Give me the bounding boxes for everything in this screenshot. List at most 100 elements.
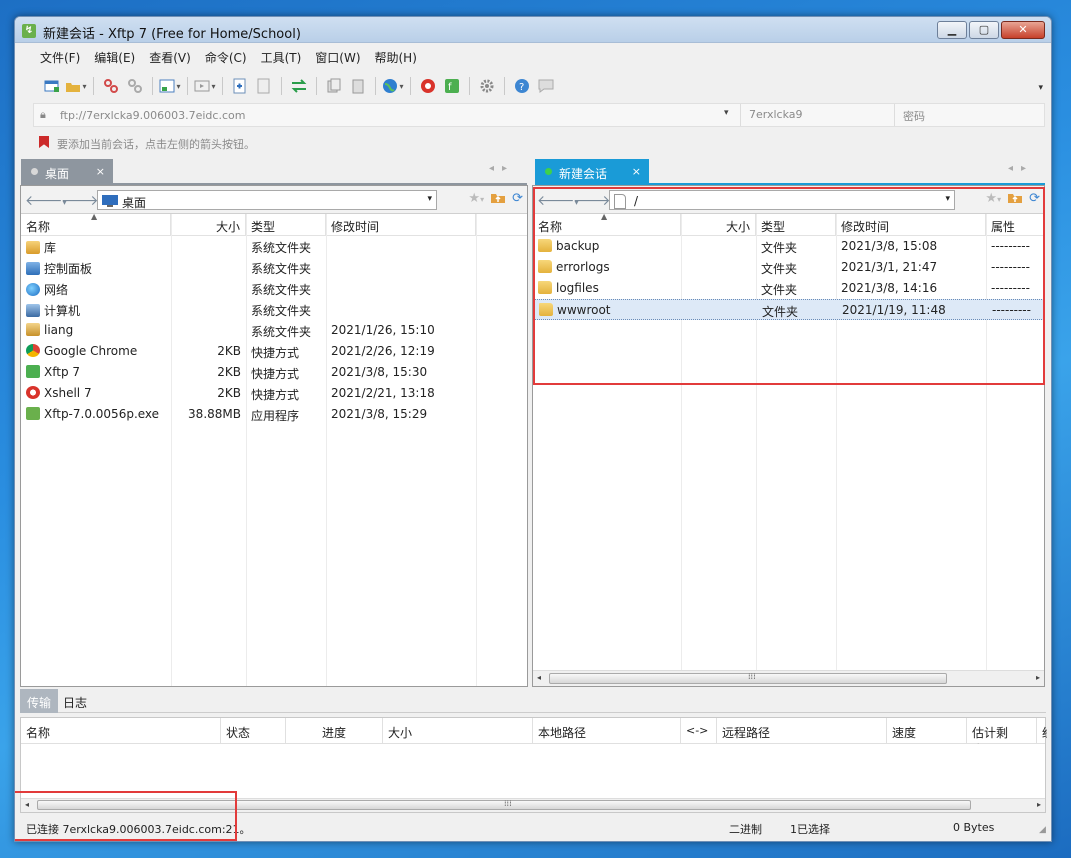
col-type[interactable]: 类型 [246, 214, 326, 236]
menu-help[interactable]: 帮助(H) [368, 45, 424, 67]
path-dropdown-icon[interactable]: ▾ [427, 194, 432, 204]
remote-path-input[interactable]: / ▾ [609, 190, 955, 210]
col-speed[interactable]: 速度 [887, 718, 967, 744]
tab-new-session[interactable]: 新建会话 × [535, 159, 649, 185]
col-remote-path[interactable]: 远程路径 [717, 718, 887, 744]
screen-icon[interactable] [194, 75, 216, 97]
chat-icon[interactable] [535, 75, 557, 97]
col-eta[interactable]: 估计剩余... [967, 718, 1037, 744]
session-hint-text: 要添加当前会话，点击左侧的箭头按钮。 [57, 138, 255, 151]
col-elapsed[interactable]: 经 [1037, 718, 1047, 744]
tab-log[interactable]: 日志 [56, 689, 94, 713]
list-item[interactable]: Google Chrome 2KB 快捷方式 2021/2/26, 12:19 [21, 341, 527, 362]
bookmark-arrow-icon[interactable] [39, 136, 49, 148]
close-tab-icon[interactable]: × [632, 165, 641, 178]
scroll-right-icon[interactable]: ▸ [1037, 800, 1041, 809]
col-size[interactable]: 大小 [171, 214, 246, 236]
transfer-list: 名称 状态 进度 大小 本地路径 <-> 远程路径 速度 估计剩余... 经 ◂… [20, 717, 1047, 813]
menu-edit[interactable]: 编辑(E) [87, 45, 142, 67]
scroll-right-icon[interactable]: ▸ [1036, 673, 1040, 682]
remote-horizontal-scrollbar[interactable]: ◂ ⁞⁞⁞ ▸ [533, 670, 1044, 686]
transfer-icon[interactable] [288, 75, 310, 97]
local-path-input[interactable]: 桌面 ▾ [97, 190, 437, 210]
menu-tools[interactable]: 工具(T) [254, 45, 309, 67]
close-button[interactable]: ✕ [1001, 21, 1045, 39]
list-item-selected[interactable]: wwwroot 文件夹 2021/1/19, 11:48 --------- [533, 299, 1044, 320]
new-session-icon[interactable] [41, 75, 63, 97]
col-type[interactable]: 类型 [756, 214, 836, 236]
list-item[interactable]: 网络 系统文件夹 [21, 278, 527, 299]
refresh-icon[interactable]: ⟳ [1029, 191, 1040, 208]
col-attributes[interactable]: 属性 [986, 214, 1046, 236]
properties-icon[interactable] [159, 75, 181, 97]
close-tab-icon[interactable]: × [96, 165, 105, 178]
gear-icon[interactable] [476, 75, 498, 97]
xshell-icon[interactable] [417, 75, 439, 97]
file-icon [614, 194, 626, 209]
toolbar-overflow-icon[interactable]: ▾ [1038, 83, 1043, 93]
list-item[interactable]: backup 文件夹 2021/3/8, 15:08 --------- [533, 236, 1044, 257]
globe-icon[interactable] [382, 75, 404, 97]
scroll-left-icon[interactable]: ◂ [25, 800, 29, 809]
col-status[interactable]: 状态 [221, 718, 286, 744]
refresh-icon[interactable]: ⟳ [512, 191, 523, 208]
password-input[interactable]: 密码 [894, 104, 1046, 126]
tab-transfer[interactable]: 传输 [20, 689, 59, 713]
scroll-thumb[interactable]: ⁞⁞⁞ [549, 672, 947, 684]
parent-folder-icon[interactable] [1007, 191, 1023, 208]
menu-window[interactable]: 窗口(W) [308, 45, 367, 67]
favorite-star-icon[interactable]: ★▾ [468, 191, 484, 208]
col-modified[interactable]: 修改时间 [836, 214, 986, 236]
remote-file-list: backup 文件夹 2021/3/8, 15:08 --------- err… [533, 236, 1044, 320]
scroll-left-icon[interactable]: ◂ [537, 673, 541, 682]
menu-file[interactable]: 文件(F) [33, 45, 87, 67]
local-file-list: 库 系统文件夹 控制面板 系统文件夹 网络 系统文件夹 计算机 系统文件夹 li… [21, 236, 527, 425]
menu-command[interactable]: 命令(C) [198, 45, 254, 67]
help-icon[interactable]: ? [511, 75, 533, 97]
col-direction[interactable]: <-> [681, 718, 717, 744]
xftp-icon[interactable]: f [441, 75, 463, 97]
username-input[interactable]: 7erxlcka9 [740, 104, 890, 126]
host-input[interactable]: ftp://7erxlcka9.006003.7eidc.com [60, 109, 245, 122]
open-folder-icon[interactable] [65, 75, 87, 97]
transfer-horizontal-scrollbar[interactable]: ◂ ⁞⁞⁞ ▸ [21, 798, 1045, 812]
resize-grip-icon[interactable]: ◢ [1039, 825, 1046, 835]
col-transfer-size[interactable]: 大小 [383, 718, 533, 744]
list-item[interactable]: Xshell 7 2KB 快捷方式 2021/2/21, 13:18 [21, 383, 527, 404]
list-item[interactable]: logfiles 文件夹 2021/3/8, 14:16 --------- [533, 278, 1044, 299]
host-dropdown-icon[interactable]: ▾ [724, 108, 729, 118]
list-item[interactable]: 库 系统文件夹 [21, 236, 527, 257]
col-local-path[interactable]: 本地路径 [533, 718, 681, 744]
col-transfer-name[interactable]: 名称 [21, 718, 221, 744]
network-icon [26, 283, 40, 296]
maximize-button[interactable]: ▢ [969, 21, 999, 39]
list-item[interactable]: 控制面板 系统文件夹 [21, 257, 527, 278]
disconnect-icon[interactable] [124, 75, 146, 97]
title-bar[interactable]: ↯ 新建会话 - Xftp 7 (Free for Home/School) ▁… [15, 17, 1051, 43]
scroll-thumb[interactable]: ⁞⁞⁞ [37, 799, 971, 810]
new-file-icon[interactable] [229, 75, 251, 97]
col-size[interactable]: 大小 [681, 214, 756, 236]
col-progress[interactable]: 进度 [286, 718, 383, 744]
list-item[interactable]: Xftp-7.0.0056p.exe 38.88MB 应用程序 2021/3/8… [21, 404, 527, 425]
favorite-star-icon[interactable]: ★▾ [985, 191, 1001, 208]
minimize-button[interactable]: ▁ [937, 21, 967, 39]
path-dropdown-icon[interactable]: ▾ [945, 194, 950, 204]
document-icon[interactable] [253, 75, 275, 97]
list-item[interactable]: liang 系统文件夹 2021/1/26, 15:10 [21, 320, 527, 341]
list-item[interactable]: errorlogs 文件夹 2021/3/1, 21:47 --------- [533, 257, 1044, 278]
paste-icon[interactable] [347, 75, 369, 97]
list-item[interactable]: 计算机 系统文件夹 [21, 299, 527, 320]
right-tab-scroll-icon[interactable]: ◂▸ [1008, 163, 1034, 174]
list-item[interactable]: Xftp 7 2KB 快捷方式 2021/3/8, 15:30 [21, 362, 527, 383]
copy-icon[interactable] [323, 75, 345, 97]
tab-desktop[interactable]: 桌面 × [21, 159, 113, 185]
folder-icon [539, 303, 553, 316]
parent-folder-icon[interactable] [490, 191, 506, 208]
col-modified[interactable]: 修改时间 [326, 214, 476, 236]
connect-icon[interactable] [100, 75, 122, 97]
tab-new-session-label: 新建会话 [559, 167, 608, 181]
left-tab-scroll-icon[interactable]: ◂▸ [489, 163, 515, 174]
menu-view[interactable]: 查看(V) [142, 45, 198, 67]
window-title: 新建会话 - Xftp 7 (Free for Home/School) [43, 27, 301, 42]
